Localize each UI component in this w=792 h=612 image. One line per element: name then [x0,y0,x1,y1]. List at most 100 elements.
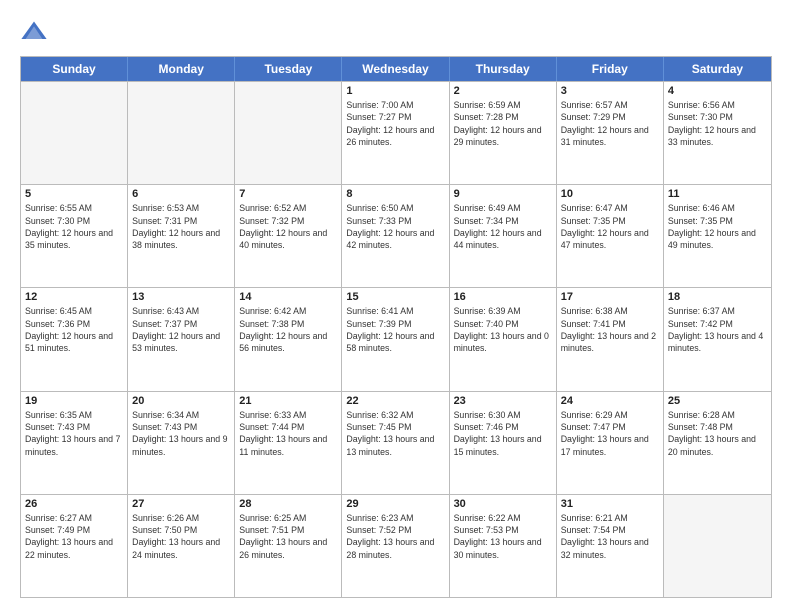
day-number: 28 [239,498,337,510]
day-number: 21 [239,395,337,407]
day-info: Sunrise: 6:25 AM Sunset: 7:51 PM Dayligh… [239,512,337,561]
day-number: 18 [668,291,767,303]
day-number: 20 [132,395,230,407]
day-cell-10: 10 Sunrise: 6:47 AM Sunset: 7:35 PM Dayli… [557,185,664,287]
day-info: Sunrise: 6:56 AM Sunset: 7:30 PM Dayligh… [668,99,767,148]
day-info: Sunrise: 6:49 AM Sunset: 7:34 PM Dayligh… [454,202,552,251]
day-number: 17 [561,291,659,303]
day-cell-30: 30 Sunrise: 6:22 AM Sunset: 7:53 PM Dayli… [450,495,557,597]
calendar-row-0: 1 Sunrise: 7:00 AM Sunset: 7:27 PM Daylig… [21,81,771,184]
day-info: Sunrise: 6:26 AM Sunset: 7:50 PM Dayligh… [132,512,230,561]
day-cell-empty-0-1 [128,82,235,184]
day-number: 23 [454,395,552,407]
day-cell-11: 11 Sunrise: 6:46 AM Sunset: 7:35 PM Dayli… [664,185,771,287]
day-number: 29 [346,498,444,510]
header-cell-tuesday: Tuesday [235,57,342,81]
day-cell-15: 15 Sunrise: 6:41 AM Sunset: 7:39 PM Dayli… [342,288,449,390]
day-info: Sunrise: 6:38 AM Sunset: 7:41 PM Dayligh… [561,305,659,354]
day-cell-20: 20 Sunrise: 6:34 AM Sunset: 7:43 PM Dayli… [128,392,235,494]
day-cell-1: 1 Sunrise: 7:00 AM Sunset: 7:27 PM Daylig… [342,82,449,184]
day-info: Sunrise: 6:55 AM Sunset: 7:30 PM Dayligh… [25,202,123,251]
day-cell-18: 18 Sunrise: 6:37 AM Sunset: 7:42 PM Dayli… [664,288,771,390]
day-info: Sunrise: 6:37 AM Sunset: 7:42 PM Dayligh… [668,305,767,354]
day-number: 19 [25,395,123,407]
day-cell-7: 7 Sunrise: 6:52 AM Sunset: 7:32 PM Daylig… [235,185,342,287]
day-cell-22: 22 Sunrise: 6:32 AM Sunset: 7:45 PM Dayli… [342,392,449,494]
day-cell-8: 8 Sunrise: 6:50 AM Sunset: 7:33 PM Daylig… [342,185,449,287]
header-cell-monday: Monday [128,57,235,81]
day-cell-5: 5 Sunrise: 6:55 AM Sunset: 7:30 PM Daylig… [21,185,128,287]
day-cell-17: 17 Sunrise: 6:38 AM Sunset: 7:41 PM Dayli… [557,288,664,390]
day-info: Sunrise: 6:21 AM Sunset: 7:54 PM Dayligh… [561,512,659,561]
day-number: 30 [454,498,552,510]
day-cell-25: 25 Sunrise: 6:28 AM Sunset: 7:48 PM Dayli… [664,392,771,494]
day-number: 6 [132,188,230,200]
day-cell-31: 31 Sunrise: 6:21 AM Sunset: 7:54 PM Dayli… [557,495,664,597]
day-cell-13: 13 Sunrise: 6:43 AM Sunset: 7:37 PM Dayli… [128,288,235,390]
day-info: Sunrise: 6:32 AM Sunset: 7:45 PM Dayligh… [346,409,444,458]
calendar-row-1: 5 Sunrise: 6:55 AM Sunset: 7:30 PM Daylig… [21,184,771,287]
day-info: Sunrise: 6:45 AM Sunset: 7:36 PM Dayligh… [25,305,123,354]
day-info: Sunrise: 6:34 AM Sunset: 7:43 PM Dayligh… [132,409,230,458]
day-number: 1 [346,85,444,97]
day-cell-14: 14Sunrise: 6:42 AM Sunset: 7:38 PM Dayli… [235,288,342,390]
day-number: 3 [561,85,659,97]
day-number: 15 [346,291,444,303]
day-number: 27 [132,498,230,510]
day-number: 16 [454,291,552,303]
day-cell-empty-0-2 [235,82,342,184]
calendar: SundayMondayTuesdayWednesdayThursdayFrid… [20,56,772,598]
day-info: Sunrise: 6:28 AM Sunset: 7:48 PM Dayligh… [668,409,767,458]
header-cell-wednesday: Wednesday [342,57,449,81]
day-info: Sunrise: 6:57 AM Sunset: 7:29 PM Dayligh… [561,99,659,148]
calendar-row-2: 12Sunrise: 6:45 AM Sunset: 7:36 PM Dayli… [21,287,771,390]
day-info: Sunrise: 6:46 AM Sunset: 7:35 PM Dayligh… [668,202,767,251]
day-cell-19: 19Sunrise: 6:35 AM Sunset: 7:43 PM Dayli… [21,392,128,494]
header-cell-friday: Friday [557,57,664,81]
day-cell-16: 16 Sunrise: 6:39 AM Sunset: 7:40 PM Dayli… [450,288,557,390]
day-number: 5 [25,188,123,200]
logo [20,18,52,46]
day-info: Sunrise: 6:52 AM Sunset: 7:32 PM Dayligh… [239,202,337,251]
calendar-row-4: 26Sunrise: 6:27 AM Sunset: 7:49 PM Dayli… [21,494,771,597]
day-number: 31 [561,498,659,510]
day-number: 11 [668,188,767,200]
day-cell-23: 23Sunrise: 6:30 AM Sunset: 7:46 PM Dayli… [450,392,557,494]
day-info: Sunrise: 6:50 AM Sunset: 7:33 PM Dayligh… [346,202,444,251]
day-cell-6: 6 Sunrise: 6:53 AM Sunset: 7:31 PM Daylig… [128,185,235,287]
day-info: Sunrise: 6:53 AM Sunset: 7:31 PM Dayligh… [132,202,230,251]
day-number: 7 [239,188,337,200]
day-cell-28: 28 Sunrise: 6:25 AM Sunset: 7:51 PM Dayli… [235,495,342,597]
day-cell-27: 27 Sunrise: 6:26 AM Sunset: 7:50 PM Dayli… [128,495,235,597]
day-number: 4 [668,85,767,97]
day-cell-29: 29 Sunrise: 6:23 AM Sunset: 7:52 PM Dayli… [342,495,449,597]
header-cell-sunday: Sunday [21,57,128,81]
day-number: 8 [346,188,444,200]
day-number: 22 [346,395,444,407]
day-number: 13 [132,291,230,303]
day-info: Sunrise: 6:47 AM Sunset: 7:35 PM Dayligh… [561,202,659,251]
day-cell-4: 4 Sunrise: 6:56 AM Sunset: 7:30 PM Daylig… [664,82,771,184]
day-info: Sunrise: 6:33 AM Sunset: 7:44 PM Dayligh… [239,409,337,458]
calendar-row-3: 19Sunrise: 6:35 AM Sunset: 7:43 PM Dayli… [21,391,771,494]
day-cell-12: 12Sunrise: 6:45 AM Sunset: 7:36 PM Dayli… [21,288,128,390]
day-cell-empty-4-6 [664,495,771,597]
day-cell-21: 21 Sunrise: 6:33 AM Sunset: 7:44 PM Dayli… [235,392,342,494]
day-number: 9 [454,188,552,200]
day-number: 2 [454,85,552,97]
logo-icon [20,18,48,46]
day-info: Sunrise: 6:22 AM Sunset: 7:53 PM Dayligh… [454,512,552,561]
header-cell-saturday: Saturday [664,57,771,81]
day-cell-2: 2 Sunrise: 6:59 AM Sunset: 7:28 PM Daylig… [450,82,557,184]
day-info: Sunrise: 6:41 AM Sunset: 7:39 PM Dayligh… [346,305,444,354]
day-cell-24: 24Sunrise: 6:29 AM Sunset: 7:47 PM Dayli… [557,392,664,494]
day-info: Sunrise: 6:43 AM Sunset: 7:37 PM Dayligh… [132,305,230,354]
day-info: Sunrise: 6:23 AM Sunset: 7:52 PM Dayligh… [346,512,444,561]
day-number: 10 [561,188,659,200]
day-info: Sunrise: 6:27 AM Sunset: 7:49 PM Dayligh… [25,512,123,561]
day-info: Sunrise: 6:39 AM Sunset: 7:40 PM Dayligh… [454,305,552,354]
day-info: Sunrise: 7:00 AM Sunset: 7:27 PM Dayligh… [346,99,444,148]
day-cell-3: 3 Sunrise: 6:57 AM Sunset: 7:29 PM Daylig… [557,82,664,184]
day-number: 25 [668,395,767,407]
day-info: Sunrise: 6:59 AM Sunset: 7:28 PM Dayligh… [454,99,552,148]
